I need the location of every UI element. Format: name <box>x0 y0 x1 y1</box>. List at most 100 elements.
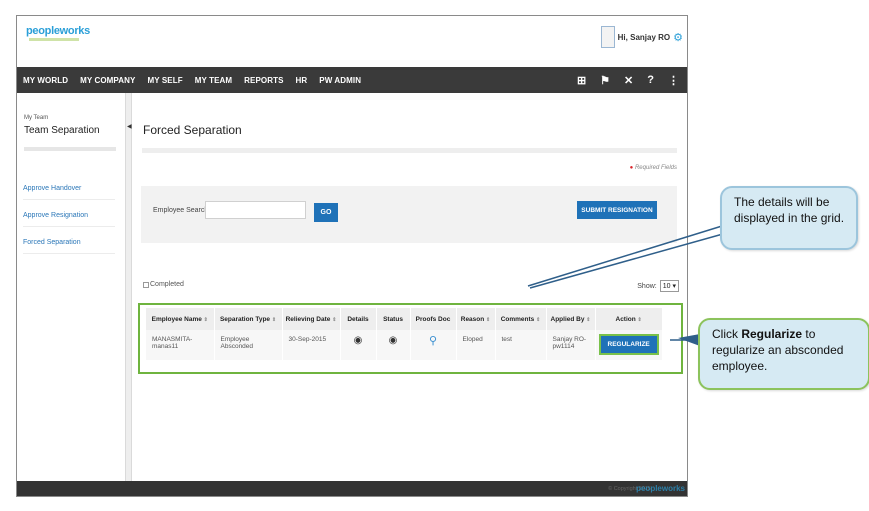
nav-item-hr[interactable]: HR <box>290 76 314 85</box>
cell-applied-by: Sanjay RO-pw1114 <box>546 330 596 360</box>
results-grid-highlight: Employee Name ⇕ Separation Type ⇕ Reliev… <box>138 303 683 374</box>
cell-comments: test <box>495 330 547 360</box>
share-icon[interactable]: ⋮ <box>668 74 679 87</box>
cell-employee-name: MANASMITA-manas11 <box>146 330 215 360</box>
col-label: Action <box>615 315 636 323</box>
cell-reason: Eloped <box>456 330 496 360</box>
col-label: Employee Name <box>151 315 202 323</box>
sidebar-divider <box>24 147 116 151</box>
user-menu[interactable]: Hi, Sanjay RO ⚙ <box>600 26 683 48</box>
sort-icon[interactable]: ⇕ <box>204 317 208 323</box>
page-title: Forced Separation <box>143 123 242 137</box>
nav-item-my-company[interactable]: MY COMPANY <box>74 76 141 85</box>
paperclip-icon[interactable]: ⚲ <box>429 335 437 347</box>
required-fields-note: ● Required Fields <box>630 165 677 171</box>
sidebar-item-forced-separation[interactable]: Forced Separation <box>23 239 115 254</box>
cell-proofs-doc: ⚲ <box>410 330 457 360</box>
callout-grid-details: The details will be displayed in the gri… <box>720 186 858 250</box>
completed-checkbox[interactable] <box>143 281 149 288</box>
go-button[interactable]: GO <box>314 203 338 222</box>
sort-icon[interactable]: ⇕ <box>272 317 276 323</box>
employee-search-label: Employee Search <box>153 207 209 214</box>
col-details: Details <box>340 308 377 330</box>
table-header-row: Employee Name ⇕ Separation Type ⇕ Reliev… <box>146 308 663 330</box>
top-nav: MY WORLD MY COMPANY MY SELF MY TEAM REPO… <box>17 67 687 93</box>
view-details-eye-icon[interactable]: ◉ <box>354 335 363 346</box>
col-employee-name[interactable]: Employee Name ⇕ <box>146 308 215 330</box>
submit-resignation-button[interactable]: SUBMIT RESIGNATION <box>577 201 657 219</box>
help-icon[interactable]: ? <box>647 74 654 87</box>
sort-icon[interactable]: ⇕ <box>586 317 590 323</box>
book-icon[interactable]: ⊞ <box>577 74 586 87</box>
cell-details: ◉ <box>340 330 377 360</box>
col-relieving-date[interactable]: Relieving Date ⇕ <box>282 308 341 330</box>
nav-item-my-self[interactable]: MY SELF <box>141 76 188 85</box>
tools-icon[interactable]: ✕ <box>624 74 633 87</box>
completed-label: Completed <box>150 281 184 288</box>
col-applied-by[interactable]: Applied By ⇕ <box>546 308 596 330</box>
nav-item-pw-admin[interactable]: PW ADMIN <box>313 76 367 85</box>
col-status: Status <box>376 308 411 330</box>
sort-icon[interactable]: ⇕ <box>486 317 490 323</box>
callout-regularize: Click Regularize to regularize an abscon… <box>698 318 869 390</box>
footer: © Copyright 2015 peopleworks <box>17 481 687 496</box>
callout-grid-text: The details will be displayed in the gri… <box>734 195 845 225</box>
col-label: Separation Type <box>219 315 271 323</box>
col-label: Reason <box>460 315 485 323</box>
sidebar-item-approve-handover[interactable]: Approve Handover <box>23 185 115 200</box>
nav-icon-group: ⊞ ⚑ ✕ ? ⋮ <box>577 74 687 87</box>
pin-icon[interactable]: ⚑ <box>600 74 610 87</box>
title-divider <box>142 148 677 153</box>
col-label: Comments <box>500 315 535 323</box>
col-label: Status <box>383 315 403 323</box>
sort-icon[interactable]: ⇕ <box>332 317 336 323</box>
results-table: Employee Name ⇕ Separation Type ⇕ Reliev… <box>146 308 663 360</box>
col-label: Relieving Date <box>285 315 331 323</box>
cell-relieving-date: 30-Sep-2015 <box>282 330 341 360</box>
completed-filter[interactable]: Completed <box>143 281 184 288</box>
avatar[interactable] <box>600 26 615 48</box>
sidebar-title: Team Separation <box>24 125 100 136</box>
col-label: Proofs Doc <box>415 315 451 323</box>
logo-text: peopleworks <box>26 25 90 37</box>
gear-icon[interactable]: ⚙ <box>673 31 683 44</box>
sidebar-breadcrumb[interactable]: My Team <box>24 115 48 121</box>
footer-logo: peopleworks <box>636 484 685 493</box>
col-proofs-doc: Proofs Doc <box>410 308 457 330</box>
col-label: Details <box>347 315 369 323</box>
sidebar-item-approve-resignation[interactable]: Approve Resignation <box>23 212 115 227</box>
col-action[interactable]: Action ⇕ <box>595 308 663 330</box>
regularize-button[interactable]: REGULARIZE <box>598 334 659 355</box>
logo-tagline-bar <box>29 38 79 41</box>
peopleworks-logo[interactable]: peopleworks <box>26 25 90 37</box>
table-row: MANASMITA-manas11 Employee Absconded 30-… <box>146 330 663 360</box>
collapse-arrow-icon[interactable]: ◀ <box>127 123 132 130</box>
employee-search-input[interactable] <box>205 201 306 219</box>
page-size-control: Show: 10 ▾ <box>637 280 679 292</box>
nav-item-my-world[interactable]: MY WORLD <box>17 76 74 85</box>
cell-status: ◉ <box>376 330 411 360</box>
main-content: Forced Separation ● Required Fields Empl… <box>132 93 687 481</box>
sidebar-collapse-handle[interactable]: ◀ <box>125 93 132 481</box>
search-panel: Employee Search GO SUBMIT RESIGNATION <box>141 186 677 243</box>
show-label: Show: <box>637 282 657 290</box>
view-status-eye-icon[interactable]: ◉ <box>389 335 398 346</box>
sort-icon[interactable]: ⇕ <box>536 317 540 323</box>
cell-separation-type: Employee Absconded <box>214 330 283 360</box>
col-label: Applied By <box>550 315 585 323</box>
sidebar: My Team Team Separation Approve Handover… <box>17 93 125 481</box>
header: peopleworks Hi, Sanjay RO ⚙ <box>17 16 687 66</box>
nav-item-reports[interactable]: REPORTS <box>238 76 289 85</box>
nav-item-my-team[interactable]: MY TEAM <box>189 76 238 85</box>
page-size-value: 10 <box>662 283 671 290</box>
page-size-select[interactable]: 10 ▾ <box>659 280 679 292</box>
col-reason[interactable]: Reason ⇕ <box>456 308 496 330</box>
col-comments[interactable]: Comments ⇕ <box>495 308 547 330</box>
required-note-text: Required Fields <box>634 165 677 171</box>
sort-icon[interactable]: ⇕ <box>638 317 642 323</box>
app-window: peopleworks Hi, Sanjay RO ⚙ MY WORLD MY … <box>16 15 688 497</box>
col-separation-type[interactable]: Separation Type ⇕ <box>214 308 283 330</box>
cell-action: REGULARIZE <box>595 330 663 360</box>
callout-regularize-bold: Regularize <box>741 327 803 341</box>
callout-regularize-prefix: Click <box>712 327 742 341</box>
